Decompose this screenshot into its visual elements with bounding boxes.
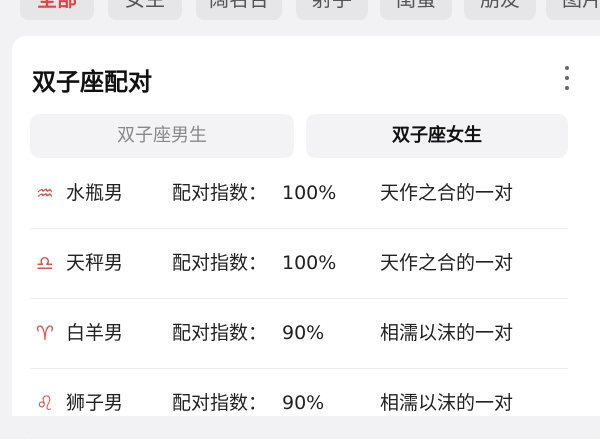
match-index-value: 100% — [282, 252, 337, 274]
match-description: 天作之合的一对 — [380, 182, 514, 204]
filter-chip-female-lead[interactable]: 女主 — [108, 0, 182, 20]
card-title: 双子座配对 — [32, 68, 152, 96]
gender-segmented-control: 双子座男生 双子座女生 — [30, 114, 568, 158]
match-index-label: 配对指数： — [172, 252, 268, 274]
match-index-value: 90% — [282, 392, 325, 414]
filter-chip-3[interactable]: 阔名台 — [196, 0, 282, 20]
match-row-libra[interactable]: ♎ 天秤男 配对指数： 100% 天作之合的一对 — [30, 228, 568, 299]
aquarius-icon: ♒ — [36, 181, 54, 205]
match-sign-name: 水瓶男 — [66, 182, 124, 204]
match-row-leo[interactable]: ♌ 狮子男 配对指数： 90% 相濡以沫的一对 — [30, 368, 568, 439]
filter-chip-all[interactable]: 全部 — [20, 0, 94, 20]
tab-gemini-female[interactable]: 双子座女生 — [306, 114, 568, 158]
gemini-match-card: 双子座配对 双子座男生 双子座女生 ♒ 水瓶男 配对指数： 100% 天作之合的… — [12, 36, 600, 439]
match-description: 相濡以沫的一对 — [380, 392, 514, 414]
leo-icon: ♌ — [36, 391, 54, 415]
match-row-aquarius[interactable]: ♒ 水瓶男 配对指数： 100% 天作之合的一对 — [30, 158, 568, 229]
match-index-value: 100% — [282, 182, 337, 204]
aries-icon: ♈ — [36, 321, 54, 345]
match-sign-name: 白羊男 — [66, 322, 124, 344]
filter-chip-image[interactable]: 图片 — [546, 0, 600, 20]
match-index-label: 配对指数： — [172, 182, 268, 204]
filter-chip-friend[interactable]: 朋友 — [464, 0, 536, 20]
libra-icon: ♎ — [36, 251, 54, 275]
match-description: 天作之合的一对 — [380, 252, 514, 274]
match-description: 相濡以沫的一对 — [380, 322, 514, 344]
match-index-label: 配对指数： — [172, 322, 268, 344]
tab-gemini-male[interactable]: 双子座男生 — [30, 114, 294, 158]
match-row-aries[interactable]: ♈ 白羊男 配对指数： 90% 相濡以沫的一对 — [30, 298, 568, 369]
match-sign-name: 狮子男 — [66, 392, 124, 414]
filter-chip-bar: 全部 女主 阔名台 射手 闺蜜 朋友 图片 — [0, 0, 600, 20]
match-sign-name: 天秤男 — [66, 252, 124, 274]
filter-chip-bestie[interactable]: 闺蜜 — [380, 0, 452, 20]
more-options-icon[interactable] — [564, 66, 570, 90]
match-index-label: 配对指数： — [172, 392, 268, 414]
filter-chip-sagittarius[interactable]: 射手 — [296, 0, 368, 20]
match-index-value: 90% — [282, 322, 325, 344]
